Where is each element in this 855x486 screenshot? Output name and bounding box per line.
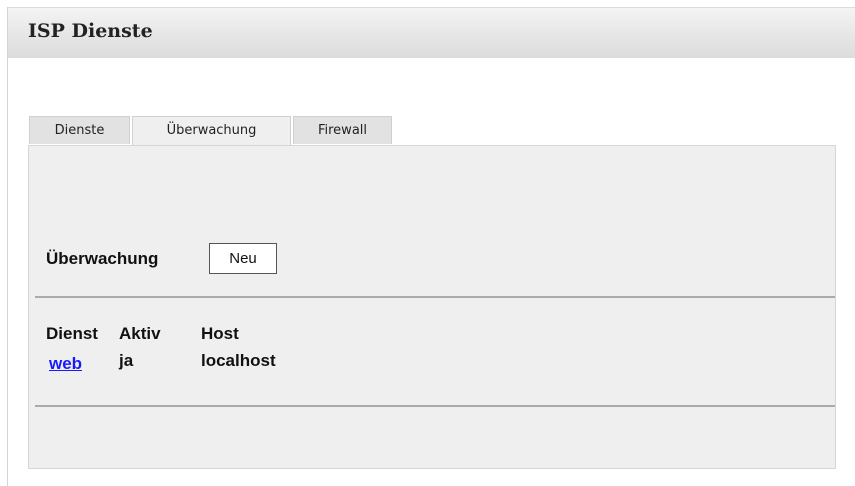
tab-ueberwachung[interactable]: Überwachung xyxy=(132,116,291,146)
new-button[interactable]: Neu xyxy=(209,243,277,274)
section-title: Überwachung xyxy=(46,249,159,268)
column-header-host: Host xyxy=(201,324,239,343)
column-header-dienst: Dienst xyxy=(46,324,98,343)
panel-title: ISP Dienste xyxy=(28,20,153,42)
cell-host: localhost xyxy=(201,351,276,370)
divider xyxy=(35,405,835,407)
service-link-web[interactable]: web xyxy=(49,354,82,374)
column-header-aktiv: Aktiv xyxy=(119,324,161,343)
tab-content: Überwachung Neu Dienst Aktiv Host web ja… xyxy=(28,145,836,469)
tab-dienste[interactable]: Dienste xyxy=(29,116,130,144)
cell-aktiv: ja xyxy=(119,351,134,370)
tab-firewall[interactable]: Firewall xyxy=(293,116,392,144)
panel-header: ISP Dienste xyxy=(8,7,855,58)
divider xyxy=(35,296,835,298)
